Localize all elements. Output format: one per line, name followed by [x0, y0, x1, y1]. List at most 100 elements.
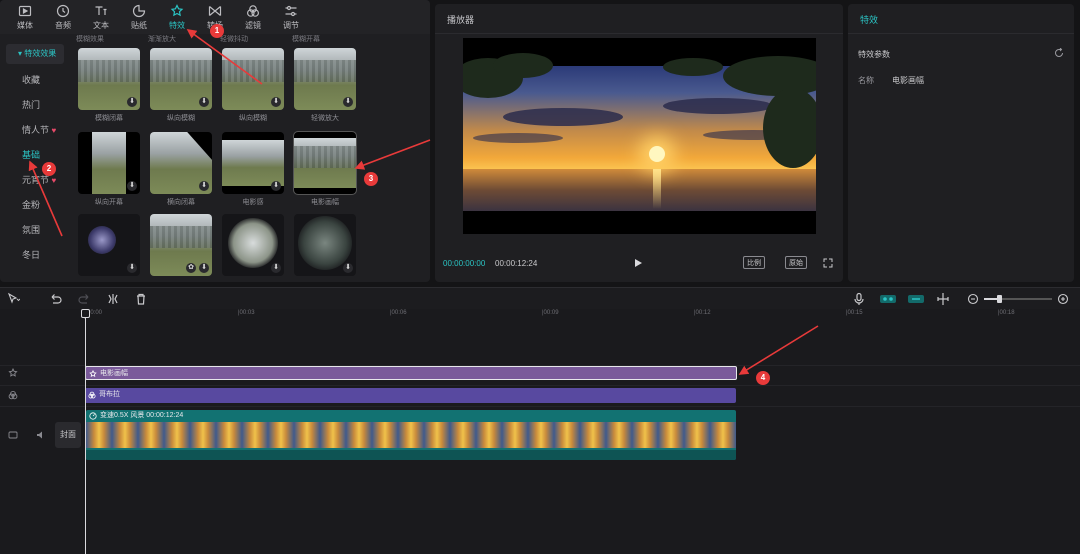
effects-icon [170, 3, 184, 16]
tool-label: 贴纸 [131, 20, 147, 30]
category-valentines[interactable]: 情人节 ♥ [0, 118, 68, 143]
microphone-icon[interactable] [852, 292, 866, 306]
timeline-toolbar [0, 287, 1080, 309]
effect-thumb[interactable]: ⬇ [150, 48, 212, 110]
tool-text[interactable]: 文本 [82, 0, 120, 34]
transition-icon [208, 5, 222, 16]
original-button[interactable]: 原始 [785, 256, 807, 269]
fullscreen-icon[interactable] [823, 258, 833, 268]
effect-thumb[interactable]: ⬇ [222, 48, 284, 110]
tool-sticker[interactable]: 贴纸 [120, 0, 158, 34]
effect-track-icon [8, 368, 18, 377]
category-header[interactable]: ▾ 特效效果 [6, 44, 64, 64]
effect-thumb[interactable]: ⬇ [78, 132, 140, 194]
undo-icon[interactable] [48, 292, 62, 306]
download-icon[interactable]: ⬇ [199, 263, 209, 273]
effect-thumb[interactable]: ⬇ [294, 48, 356, 110]
effect-thumb[interactable]: ⬇ [222, 132, 284, 194]
video-editor-window: 媒体 音频 文本 贴纸 特效 转场 [0, 0, 1080, 554]
snap-icon[interactable] [908, 292, 924, 306]
effect-label: 轻微放大 [311, 115, 339, 122]
video-track-icon[interactable] [8, 430, 18, 440]
effect-thumb[interactable]: ⬇ [222, 214, 284, 276]
total-time: 00:00:12:24 [495, 259, 538, 268]
category-gold[interactable]: 金粉 [0, 193, 68, 218]
zoom-slider[interactable] [984, 295, 1052, 303]
mute-icon[interactable] [36, 430, 46, 440]
category-favorites[interactable]: 收藏 [0, 68, 68, 93]
effect-label: 模糊闭幕 [95, 115, 123, 122]
download-icon[interactable]: ⬇ [271, 263, 281, 273]
ruler-label: |00:12 [694, 310, 711, 316]
redo-icon[interactable] [78, 292, 92, 306]
effect-label: 电影画幅 [311, 199, 339, 206]
zoom-in-icon[interactable] [1056, 292, 1070, 306]
select-cursor-icon[interactable] [6, 292, 20, 306]
tool-media[interactable]: 媒体 [6, 0, 44, 34]
video-clip[interactable]: 变速0.5X 风景 00:00:12:24 [86, 410, 736, 460]
video-clip-label: 变速0.5X 风景 00:00:12:24 [100, 412, 184, 419]
heart-icon: ♥ [51, 176, 57, 185]
effect-thumb[interactable]: ✿ ⬇ [150, 214, 212, 276]
category-list: ▾ 特效效果 收藏 热门 情人节 ♥ 基础 元宵节 ♥ 金粉 氛围 冬日 [0, 40, 68, 282]
tool-filter[interactable]: 滤镜 [234, 0, 272, 34]
category-hot[interactable]: 热门 [0, 93, 68, 118]
name-value: 电影画幅 [892, 76, 924, 85]
download-icon[interactable]: ⬇ [199, 97, 209, 107]
timeline[interactable]: 00:00 |00:03 |00:06 |00:09 |00:12 |00:15… [0, 309, 1080, 554]
category-lantern[interactable]: 元宵节 ♥ [0, 168, 68, 193]
effect-clip-label: 电影画幅 [100, 370, 128, 377]
zoom-out-icon[interactable] [966, 292, 980, 306]
filter-clip[interactable]: 哥布拉 [85, 388, 736, 403]
download-icon[interactable]: ⬇ [343, 263, 353, 273]
split-icon[interactable] [106, 292, 120, 306]
playhead-handle[interactable] [81, 309, 90, 318]
player-header: 播放器 [435, 4, 843, 34]
reset-icon[interactable] [1054, 48, 1064, 58]
download-icon[interactable]: ⬇ [127, 263, 137, 273]
tool-effects[interactable]: 特效 [158, 0, 196, 34]
tool-label: 音频 [55, 20, 71, 30]
category-label: 情人节 [22, 125, 50, 135]
download-icon[interactable]: ⬇ [343, 97, 353, 107]
tool-adjust[interactable]: 调节 [272, 0, 310, 34]
ruler-label: |00:03 [238, 310, 255, 316]
delete-icon[interactable] [134, 292, 148, 306]
download-icon[interactable]: ⬇ [271, 181, 281, 191]
play-icon[interactable] [633, 258, 643, 268]
video-preview[interactable] [463, 38, 816, 234]
filter-track-icon [8, 390, 18, 400]
link-track-icon[interactable] [880, 292, 896, 306]
effect-thumb[interactable]: ⬇ [150, 132, 212, 194]
tool-label: 滤镜 [245, 20, 261, 30]
sea [463, 169, 816, 211]
params-title: 特效参数 [858, 50, 890, 59]
category-winter[interactable]: 冬日 [0, 243, 68, 268]
effect-clip-icon [89, 370, 97, 378]
effect-thumb[interactable]: ⬇ [78, 48, 140, 110]
effect-thumb[interactable] [293, 131, 357, 195]
tool-audio[interactable]: 音频 [44, 0, 82, 34]
text-icon [95, 5, 107, 15]
preview-axis-icon[interactable] [936, 292, 950, 306]
settings-header: 特效 [848, 4, 1074, 34]
category-ambience[interactable]: 氛围 [0, 218, 68, 243]
download-icon[interactable]: ⬇ [127, 181, 137, 191]
annotation-marker: 3 [364, 172, 378, 186]
download-icon[interactable]: ⬇ [271, 97, 281, 107]
current-time: 00:00:00:00 [443, 259, 486, 268]
download-icon[interactable]: ⬇ [127, 97, 137, 107]
playhead[interactable] [85, 309, 86, 554]
category-basic[interactable]: 基础 [0, 143, 68, 168]
cover-button[interactable]: 封面 [55, 422, 81, 448]
effect-clip[interactable]: 电影画幅 [85, 366, 737, 380]
settings-icon[interactable]: ✿ [186, 263, 196, 273]
ratio-button[interactable]: 比例 [743, 256, 765, 269]
player-panel: 播放器 00:00:00:00 00:00:12:24 比例 原始 [435, 4, 843, 282]
tool-label: 媒体 [17, 20, 33, 30]
effect-thumb[interactable]: ⬇ [78, 214, 140, 276]
ruler-label: |00:18 [998, 310, 1015, 316]
zoom-slider-thumb[interactable] [997, 295, 1002, 303]
effect-thumb[interactable]: ⬇ [294, 214, 356, 276]
download-icon[interactable]: ⬇ [199, 181, 209, 191]
